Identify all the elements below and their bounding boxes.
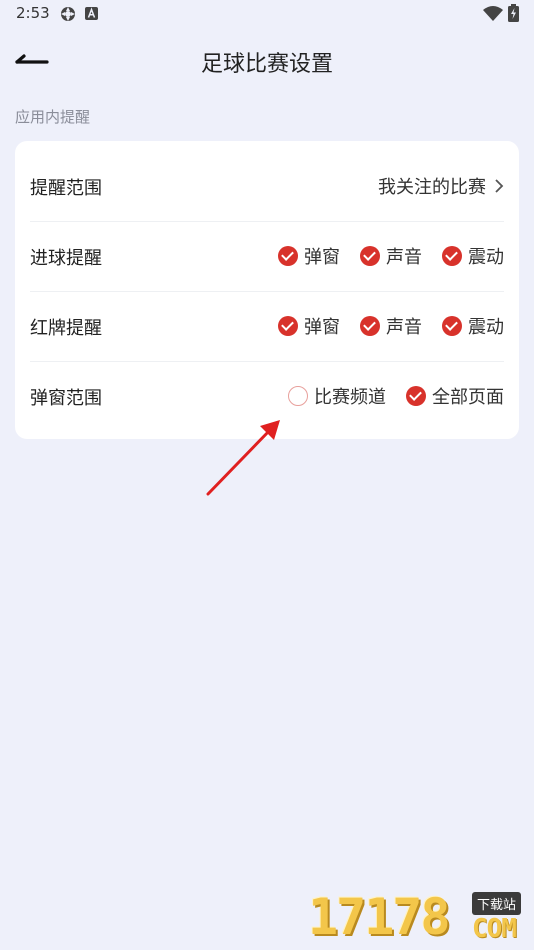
page-title: 足球比赛设置	[200, 52, 333, 77]
row-label: 红牌提醒	[30, 318, 102, 339]
checkbox-checked-icon[interactable]	[442, 246, 462, 266]
settings-gear-icon	[61, 7, 75, 21]
a-box-icon	[85, 7, 98, 20]
watermark-logo: 17178 下载站 COM	[308, 888, 534, 950]
chevron-right-icon	[495, 179, 504, 193]
option-label: 弹窗	[304, 317, 340, 338]
redcard-popup-option[interactable]: 弹窗	[278, 313, 340, 339]
match-channel-option[interactable]: 比赛频道	[288, 383, 386, 409]
checkbox-checked-icon[interactable]	[360, 316, 380, 336]
section-label: 应用内提醒	[15, 108, 91, 126]
reminder-scope-link[interactable]: 我关注的比赛	[378, 173, 504, 199]
goal-vibrate-option[interactable]: 震动	[442, 243, 504, 269]
option-label: 弹窗	[304, 247, 340, 268]
checkbox-unchecked-icon[interactable]	[288, 386, 308, 406]
option-label: 声音	[386, 247, 422, 268]
watermark-number: 17178	[308, 888, 451, 946]
checkbox-checked-icon[interactable]	[442, 316, 462, 336]
option-label: 震动	[468, 247, 504, 268]
header: 足球比赛设置	[0, 36, 534, 84]
option-label: 声音	[386, 317, 422, 338]
redcard-sound-option[interactable]: 声音	[360, 313, 422, 339]
row-label: 提醒范围	[30, 178, 102, 199]
settings-card: 提醒范围 我关注的比赛 进球提醒 弹窗 声音 震动 红牌提醒 弹窗 声音 震动 …	[15, 141, 519, 439]
red-card-reminder-row: 红牌提醒 弹窗 声音 震动	[30, 291, 504, 362]
watermark-suffix: COM	[472, 914, 517, 944]
goal-popup-option[interactable]: 弹窗	[278, 243, 340, 269]
redcard-vibrate-option[interactable]: 震动	[442, 313, 504, 339]
option-label: 全部页面	[432, 387, 504, 408]
all-pages-option[interactable]: 全部页面	[406, 383, 504, 409]
reminder-scope-value: 我关注的比赛	[378, 177, 486, 198]
option-label: 比赛频道	[314, 387, 386, 408]
checkbox-checked-icon[interactable]	[278, 246, 298, 266]
wifi-icon	[483, 6, 503, 21]
checkbox-checked-icon[interactable]	[278, 316, 298, 336]
battery-charging-icon	[508, 4, 519, 22]
goal-reminder-row: 进球提醒 弹窗 声音 震动	[30, 221, 504, 292]
annotation-arrow-icon	[206, 420, 280, 496]
row-label: 进球提醒	[30, 248, 102, 269]
option-label: 震动	[468, 317, 504, 338]
checkbox-checked-icon[interactable]	[406, 386, 426, 406]
reminder-scope-row[interactable]: 提醒范围 我关注的比赛	[30, 151, 504, 222]
row-label: 弹窗范围	[30, 388, 102, 409]
goal-sound-option[interactable]: 声音	[360, 243, 422, 269]
status-bar: 2:53	[0, 0, 534, 28]
watermark-tag: 下载站	[472, 892, 522, 915]
checkbox-checked-icon[interactable]	[360, 246, 380, 266]
status-time: 2:53	[16, 4, 50, 22]
